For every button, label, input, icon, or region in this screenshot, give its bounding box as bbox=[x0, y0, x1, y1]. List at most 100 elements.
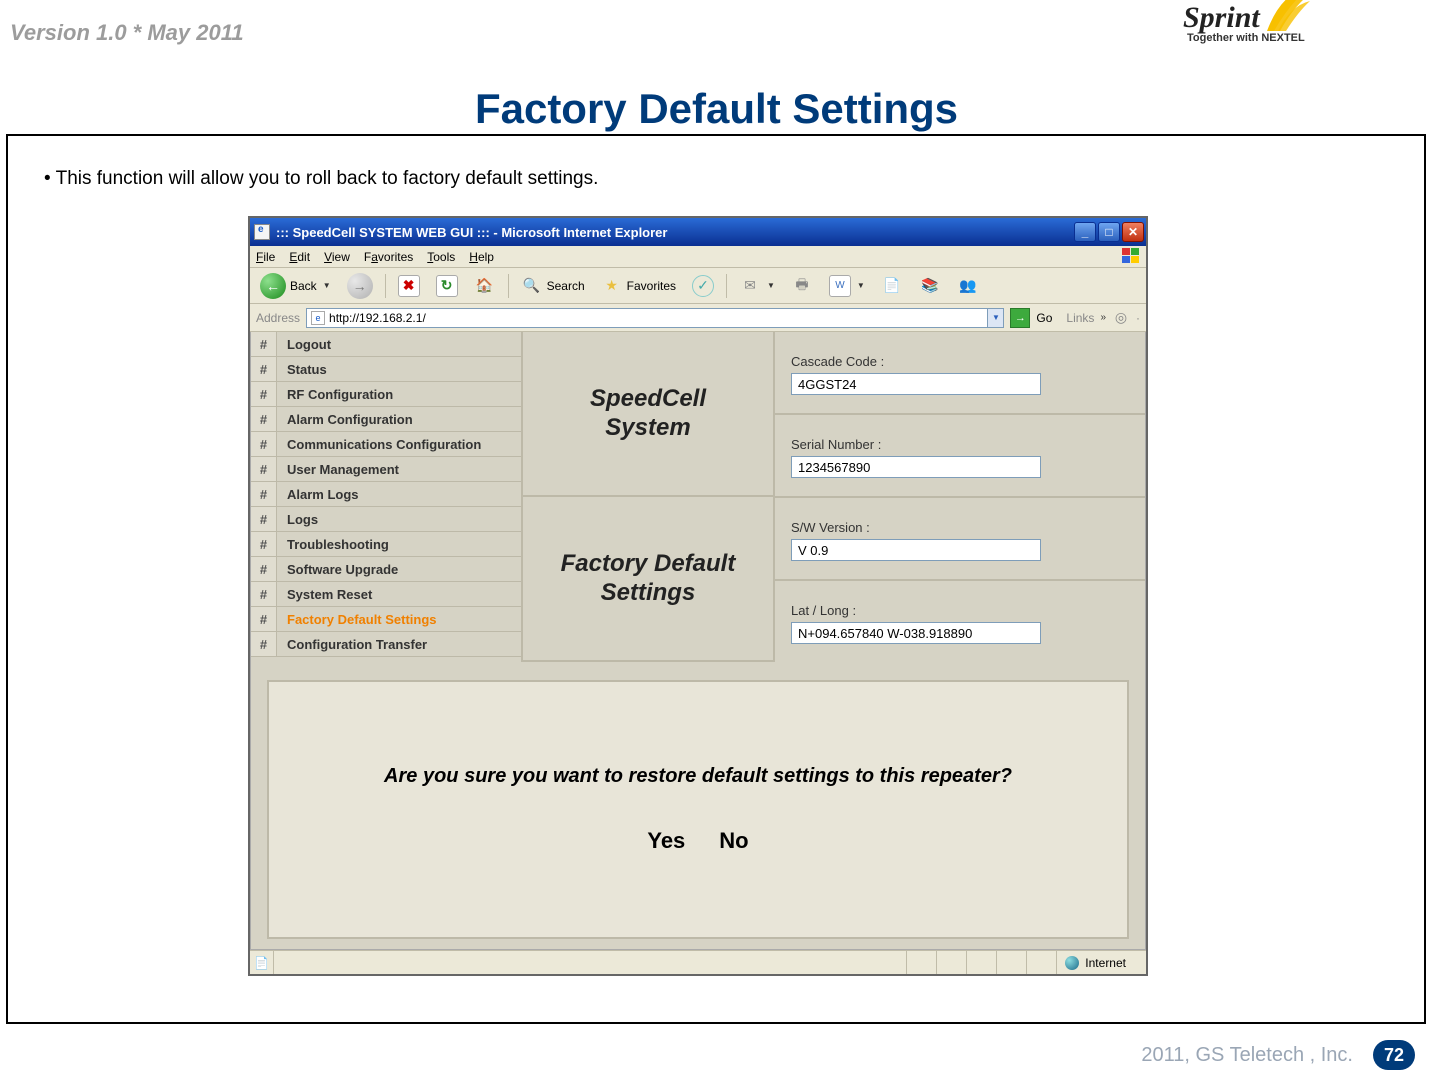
menu-view[interactable]: View bbox=[324, 250, 350, 264]
globe-icon bbox=[1065, 956, 1079, 970]
hash-icon: # bbox=[251, 482, 277, 506]
history-button[interactable]: ✓ bbox=[686, 272, 720, 300]
menu-help[interactable]: Help bbox=[469, 250, 494, 264]
sidebar-item[interactable]: #Status bbox=[251, 357, 521, 382]
hash-icon: # bbox=[251, 557, 277, 581]
confirm-panel: Are you sure you want to restore default… bbox=[267, 680, 1129, 939]
sidebar-item-label: Factory Default Settings bbox=[277, 612, 437, 627]
star-icon: ★ bbox=[601, 275, 623, 297]
page-title: Factory Default Settings bbox=[0, 85, 1433, 133]
note-icon: 📄 bbox=[881, 275, 903, 297]
address-input[interactable]: e http://192.168.2.1/ ▼ bbox=[306, 308, 1004, 328]
address-label: Address bbox=[256, 311, 300, 325]
statusbar: 📄 Internet bbox=[250, 950, 1146, 974]
version-label: Version 1.0 * May 2011 bbox=[10, 20, 244, 46]
addressbar: Address e http://192.168.2.1/ ▼ → Go Lin… bbox=[250, 304, 1146, 332]
sidebar-item[interactable]: #Logout bbox=[251, 332, 521, 357]
print-button[interactable]: 🖶 bbox=[785, 272, 819, 300]
sidebar-item-label: Communications Configuration bbox=[277, 437, 481, 452]
minimize-button[interactable]: _ bbox=[1074, 222, 1096, 242]
back-label: Back bbox=[290, 279, 317, 293]
sw-version-input[interactable] bbox=[791, 539, 1041, 561]
ie-page-icon: e bbox=[311, 311, 325, 325]
links-expand-icon[interactable]: » bbox=[1100, 312, 1106, 323]
edit-button[interactable]: W ▼ bbox=[823, 272, 871, 300]
menu-file[interactable]: File bbox=[256, 250, 275, 264]
sidebar-item-label: Alarm Logs bbox=[277, 487, 359, 502]
chevron-down-icon: ▼ bbox=[323, 281, 331, 290]
hash-icon: # bbox=[251, 382, 277, 406]
sidebar-item-label: Status bbox=[277, 362, 327, 377]
sidebar-item[interactable]: #Alarm Logs bbox=[251, 482, 521, 507]
back-button[interactable]: ← Back ▼ bbox=[254, 272, 337, 300]
messenger-button[interactable]: 👥 bbox=[951, 272, 985, 300]
home-icon: 🏠 bbox=[474, 275, 496, 297]
description-text: • This function will allow you to roll b… bbox=[44, 168, 598, 190]
stop-button[interactable]: ✖ bbox=[392, 272, 426, 300]
hash-icon: # bbox=[251, 507, 277, 531]
research-button[interactable]: 📚 bbox=[913, 272, 947, 300]
no-button[interactable]: No bbox=[719, 828, 748, 854]
lat-long-label: Lat / Long : bbox=[791, 603, 1129, 618]
print-icon: 🖶 bbox=[791, 275, 813, 297]
favorites-button[interactable]: ★ Favorites bbox=[595, 272, 682, 300]
discuss-button[interactable]: 📄 bbox=[875, 272, 909, 300]
sidebar-item[interactable]: #Factory Default Settings bbox=[251, 607, 521, 632]
snagit-icon[interactable]: ◎ bbox=[1112, 309, 1130, 327]
hash-icon: # bbox=[251, 607, 277, 631]
home-button[interactable]: 🏠 bbox=[468, 272, 502, 300]
window-titlebar: ::: SpeedCell SYSTEM WEB GUI ::: - Micro… bbox=[250, 218, 1146, 246]
search-label: Search bbox=[547, 279, 585, 293]
sidebar-item-label: Troubleshooting bbox=[277, 537, 389, 552]
sidebar-item-label: User Management bbox=[277, 462, 399, 477]
yes-button[interactable]: Yes bbox=[647, 828, 685, 854]
cascade-code-input[interactable] bbox=[791, 373, 1041, 395]
sidebar-item[interactable]: #Troubleshooting bbox=[251, 532, 521, 557]
search-button[interactable]: 🔍 Search bbox=[515, 272, 591, 300]
address-url: http://192.168.2.1/ bbox=[329, 311, 983, 325]
window-title: ::: SpeedCell SYSTEM WEB GUI ::: - Micro… bbox=[276, 225, 667, 240]
favorites-label: Favorites bbox=[627, 279, 676, 293]
sprint-logo: Sprint Together with NEXTEL bbox=[1183, 0, 1423, 75]
menu-tools[interactable]: Tools bbox=[427, 250, 455, 264]
sidebar-item-label: Configuration Transfer bbox=[277, 637, 427, 652]
menu-edit[interactable]: Edit bbox=[289, 250, 310, 264]
confirm-text: Are you sure you want to restore default… bbox=[384, 765, 1012, 788]
serial-number-input[interactable] bbox=[791, 456, 1041, 478]
zone-label: Internet bbox=[1085, 956, 1126, 970]
menu-favorites[interactable]: Favorites bbox=[364, 250, 413, 264]
stop-icon: ✖ bbox=[398, 275, 420, 297]
refresh-icon: ↻ bbox=[436, 275, 458, 297]
sidebar-item-label: Logout bbox=[277, 337, 331, 352]
go-button[interactable]: → bbox=[1010, 308, 1030, 328]
sidebar-item[interactable]: #System Reset bbox=[251, 582, 521, 607]
sidebar-item-label: RF Configuration bbox=[277, 387, 393, 402]
sidebar-item[interactable]: #Software Upgrade bbox=[251, 557, 521, 582]
links-label[interactable]: Links bbox=[1066, 311, 1094, 325]
sidebar: #Logout#Status#RF Configuration#Alarm Co… bbox=[251, 332, 523, 662]
sidebar-item[interactable]: #User Management bbox=[251, 457, 521, 482]
maximize-button[interactable]: □ bbox=[1098, 222, 1120, 242]
sidebar-item[interactable]: #Configuration Transfer bbox=[251, 632, 521, 657]
hash-icon: # bbox=[251, 332, 277, 356]
page-content: #Logout#Status#RF Configuration#Alarm Co… bbox=[250, 332, 1146, 950]
go-label: Go bbox=[1036, 311, 1052, 325]
close-button[interactable]: ✕ bbox=[1122, 222, 1144, 242]
section-heading: Factory DefaultSettings bbox=[523, 497, 773, 662]
sidebar-item[interactable]: #Logs bbox=[251, 507, 521, 532]
mail-button[interactable]: ✉ ▼ bbox=[733, 272, 781, 300]
sidebar-item[interactable]: #RF Configuration bbox=[251, 382, 521, 407]
address-dropdown[interactable]: ▼ bbox=[987, 309, 1003, 327]
sidebar-item[interactable]: #Communications Configuration bbox=[251, 432, 521, 457]
forward-icon: → bbox=[347, 273, 373, 299]
hash-icon: # bbox=[251, 432, 277, 456]
refresh-button[interactable]: ↻ bbox=[430, 272, 464, 300]
messenger-icon: 👥 bbox=[957, 275, 979, 297]
hash-icon: # bbox=[251, 632, 277, 656]
lat-long-input[interactable] bbox=[791, 622, 1041, 644]
forward-button[interactable]: → bbox=[341, 272, 379, 300]
sprint-wing-icon bbox=[1262, 0, 1312, 36]
main-frame: • This function will allow you to roll b… bbox=[6, 134, 1426, 1024]
sidebar-item-label: Alarm Configuration bbox=[277, 412, 413, 427]
sidebar-item[interactable]: #Alarm Configuration bbox=[251, 407, 521, 432]
